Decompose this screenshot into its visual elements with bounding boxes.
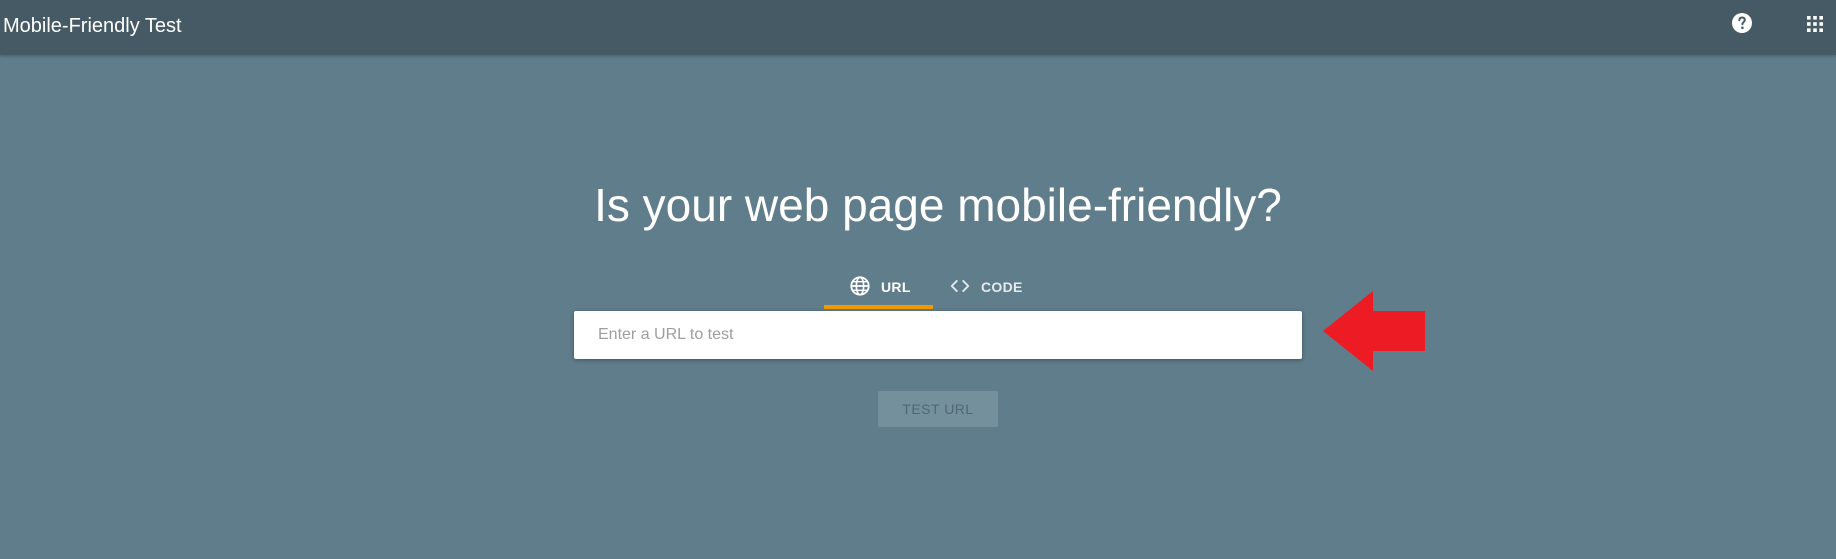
apps-grid-icon[interactable] bbox=[1803, 12, 1827, 36]
page-headline: Is your web page mobile-friendly? bbox=[594, 179, 1282, 231]
active-tab-indicator bbox=[824, 305, 933, 309]
tab-code[interactable]: CODE bbox=[949, 263, 1049, 309]
main-content: Is your web page mobile-friendly? URL CO… bbox=[0, 55, 1836, 559]
help-circle-icon[interactable] bbox=[1730, 11, 1754, 35]
tab-url[interactable]: URL bbox=[824, 263, 933, 309]
globe-icon bbox=[849, 275, 871, 297]
app-title: Mobile-Friendly Test bbox=[3, 15, 182, 37]
tab-url-label: URL bbox=[881, 279, 911, 295]
tab-code-label: CODE bbox=[981, 279, 1023, 295]
input-mode-tabs: URL CODE bbox=[824, 263, 1044, 309]
code-brackets-icon bbox=[949, 275, 971, 297]
red-arrow-annotation-icon bbox=[1323, 291, 1425, 371]
url-input[interactable] bbox=[574, 311, 1302, 359]
top-app-bar: Mobile-Friendly Test bbox=[0, 0, 1836, 55]
test-url-button[interactable]: TEST URL bbox=[878, 391, 998, 427]
